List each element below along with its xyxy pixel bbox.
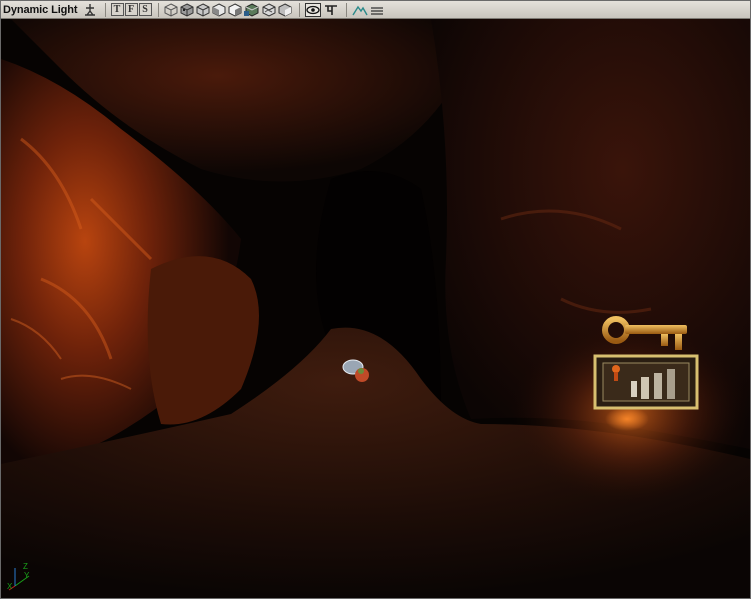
toolbar-separator bbox=[157, 2, 159, 17]
dynamic-light-cube-icon[interactable] bbox=[262, 2, 276, 17]
zone-cube-icon[interactable] bbox=[180, 2, 194, 17]
front-view-button[interactable]: F bbox=[124, 3, 138, 16]
side-view-button[interactable]: S bbox=[138, 3, 152, 16]
axis-label-z: Z bbox=[23, 562, 28, 571]
unlit-cube-icon[interactable] bbox=[212, 2, 226, 17]
lighting-cube-icon[interactable] bbox=[278, 2, 292, 17]
wireframe-cube-icon[interactable] bbox=[164, 2, 178, 17]
toolbar-separator bbox=[298, 2, 300, 17]
realtime-eye-icon[interactable] bbox=[304, 2, 321, 17]
axis-gizmo: Z Y X bbox=[7, 562, 37, 592]
toolbar-separator bbox=[104, 2, 106, 17]
viewport-toolbar: Dynamic Light T F S bbox=[1, 1, 750, 19]
axis-label-x: X bbox=[7, 582, 13, 591]
cave-scene bbox=[1, 19, 750, 598]
lock-icon[interactable] bbox=[323, 3, 339, 17]
viewport-title: Dynamic Light bbox=[3, 3, 78, 16]
top-view-button[interactable]: T bbox=[110, 3, 124, 16]
toolbar-separator bbox=[345, 2, 347, 17]
brush-cube-icon[interactable] bbox=[196, 2, 210, 17]
actor-pin-icon[interactable] bbox=[82, 3, 98, 17]
menu-icon[interactable] bbox=[370, 3, 384, 17]
viewport-window: Dynamic Light T F S Z Y X bbox=[0, 0, 751, 599]
3d-viewport[interactable]: Z Y X bbox=[1, 19, 750, 598]
terrain-mountain-icon[interactable] bbox=[351, 3, 368, 17]
axis-label-y: Y bbox=[24, 571, 30, 580]
lit-cube-icon[interactable] bbox=[228, 2, 242, 17]
textured-cube-icon[interactable] bbox=[243, 2, 260, 17]
key-card-sprite[interactable] bbox=[593, 354, 699, 410]
